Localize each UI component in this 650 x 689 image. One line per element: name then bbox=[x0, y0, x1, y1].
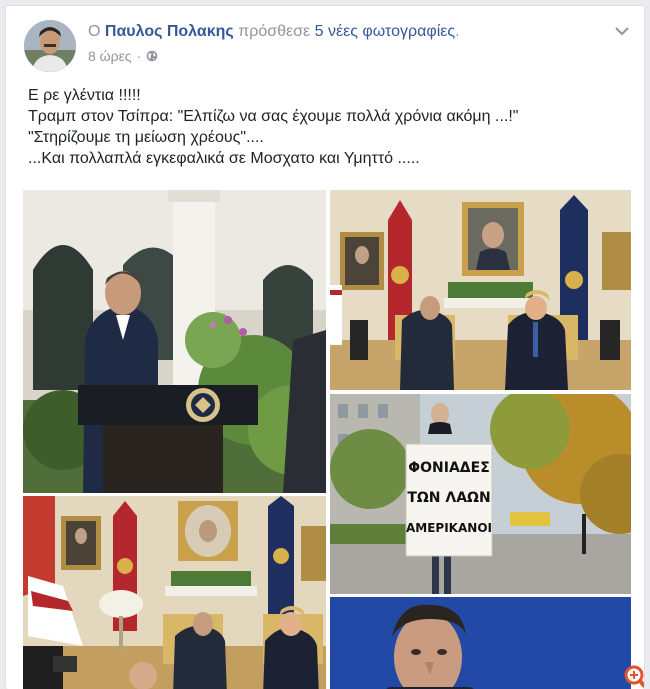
photo-podium-image bbox=[23, 190, 326, 493]
photo-protest-image: ΦΟΝΙΑΔΕΣ ΤΩΝ ΛΑΩΝ ΑΜΕΡΙΚΑΝΟΙ bbox=[330, 394, 631, 594]
photo-portrait[interactable] bbox=[330, 597, 631, 689]
photo-podium-speech[interactable] bbox=[23, 190, 326, 493]
author-name-link[interactable]: Παυλος Πολακης bbox=[105, 23, 234, 40]
protest-sign-line1: ΦΟΝΙΑΔΕΣ bbox=[408, 460, 490, 476]
post-text-line: "Στηρίζουμε τη μείωση χρέους".... bbox=[28, 129, 264, 146]
protest-sign-line3: ΑΜΕΡΙΚΑΝΟΙ bbox=[406, 521, 492, 535]
author-avatar[interactable] bbox=[24, 20, 76, 72]
post-card: Ο Παυλος Πολακης πρόσθεσε 5 νέες φωτογρα… bbox=[5, 5, 645, 689]
header-article: Ο bbox=[88, 23, 101, 40]
post-timestamp[interactable]: 8 ώρες bbox=[88, 48, 132, 64]
avatar-image bbox=[24, 20, 76, 72]
chevron-down-icon[interactable] bbox=[612, 24, 632, 38]
header-action: πρόσθεσε bbox=[238, 23, 311, 40]
photo-oval-office-press[interactable] bbox=[23, 496, 326, 689]
photos-count-link[interactable]: 5 νέες φωτογραφίες bbox=[315, 23, 456, 40]
protest-sign-line2: ΤΩΝ ΛΑΩΝ bbox=[407, 490, 490, 506]
globe-icon[interactable] bbox=[146, 50, 158, 62]
photo-meeting-image bbox=[330, 190, 631, 390]
post-text-line: ...Και πολλαπλά εγκεφαλικά σε Μοσχατο κα… bbox=[28, 150, 420, 167]
photo-press-image bbox=[23, 496, 326, 689]
post-text-line: Ε ρε γλέντια !!!!! bbox=[28, 87, 141, 104]
header-period: . bbox=[455, 23, 460, 40]
post-header: Ο Παυλος Πολακης πρόσθεσε 5 νέες φωτογρα… bbox=[88, 23, 460, 41]
meta-separator: · bbox=[136, 48, 142, 64]
photo-protest-sign[interactable]: ΦΟΝΙΑΔΕΣ ΤΩΝ ΛΑΩΝ ΑΜΕΡΙΚΑΝΟΙ bbox=[330, 394, 631, 594]
post-text: Ε ρε γλέντια !!!!! Τραμπ στον Τσίπρα: "Ε… bbox=[28, 85, 628, 169]
zoom-search-icon[interactable] bbox=[622, 663, 645, 689]
photo-oval-office-meeting[interactable] bbox=[330, 190, 631, 390]
post-meta: 8 ώρες · bbox=[88, 48, 158, 64]
photo-portrait-image bbox=[330, 597, 631, 689]
post-text-line: Τραμπ στον Τσίπρα: "Ελπίζω να σας έχουμε… bbox=[28, 108, 519, 125]
